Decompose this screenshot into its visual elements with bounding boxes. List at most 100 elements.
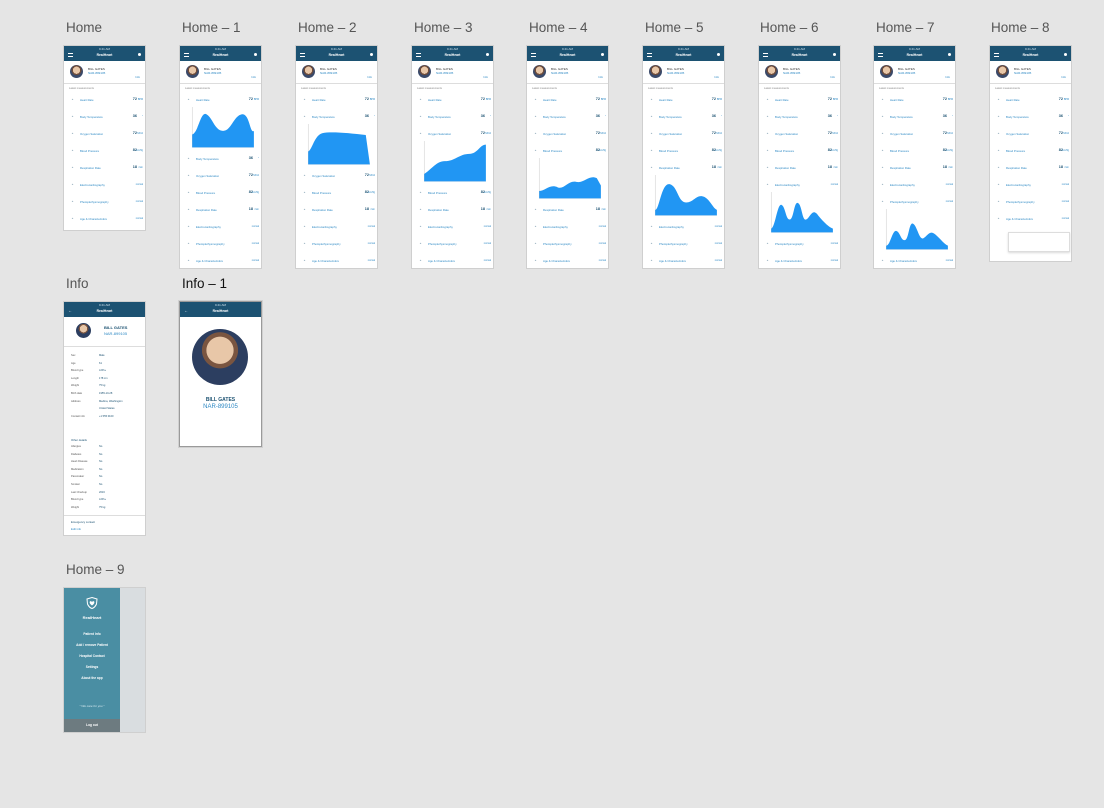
metric-row[interactable]: ◦ Blood Pressure 82 mmHg xyxy=(759,145,840,159)
artboard-label-info[interactable]: Info xyxy=(66,276,89,291)
metric-row[interactable]: ◦ Body Temperature 36 ° xyxy=(874,111,955,125)
metric-row[interactable]: ◦ Oxygen Saturation 72 SPo2 xyxy=(527,128,608,142)
info-button[interactable]: Info xyxy=(1061,75,1066,79)
menu-item-settings[interactable]: Settings xyxy=(64,665,120,669)
metric-row[interactable]: ◦ Heart Rate 72 BPM xyxy=(759,94,840,108)
info-button[interactable]: Info xyxy=(367,75,372,79)
artboard-label-home-6[interactable]: Home – 6 xyxy=(760,20,819,35)
artboard-home-2[interactable]: 9:41 AM RealHeart BILL GATES NAR-899105 Info… xyxy=(296,46,377,268)
metric-row[interactable]: ◦ Photoplethysmography normal xyxy=(64,196,145,210)
metric-row[interactable]: ◦ Blood Pressure 82 mmHg xyxy=(180,187,261,201)
metric-row[interactable]: ◦ Electrocardiography normal xyxy=(759,179,840,193)
menu-item-hospital-contact[interactable]: Hospital Contact xyxy=(64,654,120,658)
metric-row[interactable]: ◦ Blood Pressure 82 mmHg xyxy=(643,145,724,159)
settings-icon[interactable] xyxy=(370,53,373,56)
metric-row[interactable]: ◦ Body Temperature 36 ° xyxy=(64,111,145,125)
metric-chart[interactable] xyxy=(184,107,258,151)
metric-row[interactable]: ◦ Respiration Rate 18/min xyxy=(874,162,955,176)
patient-header[interactable]: BILL GATES NAR-899105 Info xyxy=(296,61,377,84)
metric-row[interactable]: ◦ Age & Characteristics normal xyxy=(759,255,840,268)
metric-row[interactable]: ◦ Blood Pressure 82 mmHg xyxy=(64,145,145,159)
artboard-label-home-4[interactable]: Home – 4 xyxy=(529,20,588,35)
metric-row[interactable]: ◦ Blood Pressure 82 mmHg xyxy=(527,145,608,159)
metric-row[interactable]: ◦ Blood Pressure 82 mmHg xyxy=(874,145,955,159)
metric-row[interactable]: ◦ Respiration Rate 18/min xyxy=(412,204,493,218)
metric-chart[interactable] xyxy=(416,141,490,185)
metric-row[interactable]: ◦ Respiration Rate 18/min xyxy=(527,204,608,218)
metric-row[interactable]: ◦ Body Temperature 36 ° xyxy=(527,111,608,125)
metric-row[interactable]: ◦ Body Temperature 36 ° xyxy=(296,111,377,125)
info-button[interactable]: Info xyxy=(714,75,719,79)
metric-row[interactable]: ◦ Electrocardiography normal xyxy=(990,179,1071,193)
metric-row[interactable]: ◦ Heart Rate 72 BPM xyxy=(180,94,261,108)
metric-chart[interactable] xyxy=(531,158,605,202)
metric-row[interactable]: ◦ Age & Characteristics normal xyxy=(296,255,377,268)
info-button[interactable]: Info xyxy=(135,75,140,79)
menu-item-add-remove-patient[interactable]: Add / remove Patient xyxy=(64,643,120,647)
metric-row[interactable]: ◦ Heart Rate 72 BPM xyxy=(874,94,955,108)
artboard-label-home-8[interactable]: Home – 8 xyxy=(991,20,1050,35)
metric-row[interactable]: ◦ Age & Characteristics normal xyxy=(874,255,955,268)
artboard-info-1[interactable]: 9:41 AM ← RealHeart BILL GATES NAR-89910… xyxy=(180,302,261,446)
metric-row[interactable]: ◦ Respiration Rate 18/min xyxy=(296,204,377,218)
metric-row[interactable]: ◦ Body Temperature 36 ° xyxy=(990,111,1071,125)
metric-row[interactable]: ◦ Age & Characteristics normal xyxy=(990,213,1071,227)
metric-row[interactable]: ◦ Age & Characteristics normal xyxy=(643,255,724,268)
metric-row[interactable]: ◦ Heart Rate 72 BPM xyxy=(990,94,1071,108)
metric-row[interactable]: ◦ Respiration Rate 18/min xyxy=(643,162,724,176)
metric-row[interactable]: ◦ Body Temperature 36 ° xyxy=(412,111,493,125)
metric-chart[interactable] xyxy=(763,192,837,236)
settings-icon[interactable] xyxy=(486,53,489,56)
artboard-label-home-5[interactable]: Home – 5 xyxy=(645,20,704,35)
metric-row[interactable]: ◦ Body Temperature 36 ° xyxy=(759,111,840,125)
patient-header[interactable]: BILL GATES NAR-899105 Info xyxy=(643,61,724,84)
metric-row[interactable]: ◦ Respiration Rate 18/min xyxy=(64,162,145,176)
metric-row[interactable]: ◦ Photoplethysmography normal xyxy=(180,238,261,252)
patient-header[interactable]: BILL GATES NAR-899105 Info xyxy=(180,61,261,84)
metric-row[interactable]: ◦ Electrocardiography normal xyxy=(64,179,145,193)
metric-row[interactable]: ◦ Photoplethysmography normal xyxy=(990,196,1071,210)
artboard-label-info-1[interactable]: Info – 1 xyxy=(182,276,227,291)
metric-row[interactable]: ◦ Electrocardiography normal xyxy=(874,179,955,193)
artboard-label-home[interactable]: Home xyxy=(66,20,102,35)
metric-row[interactable]: ◦ Electrocardiography normal xyxy=(643,221,724,235)
metric-row[interactable]: ◦ Heart Rate 72 BPM xyxy=(412,94,493,108)
artboard-home-6[interactable]: 9:41 AM RealHeart BILL GATES NAR-899105 Info… xyxy=(759,46,840,268)
metric-row[interactable]: ◦ Oxygen Saturation 72 SPo2 xyxy=(759,128,840,142)
artboard-home-8[interactable]: 9:41 AM RealHeart BILL GATES NAR-899105 Info… xyxy=(990,46,1071,261)
artboard-home-7[interactable]: 9:41 AM RealHeart BILL GATES NAR-899105 Info… xyxy=(874,46,955,268)
metric-row[interactable]: ◦ Heart Rate 72 BPM xyxy=(64,94,145,108)
info-button[interactable]: Info xyxy=(483,75,488,79)
settings-icon[interactable] xyxy=(138,53,141,56)
metric-row[interactable]: ◦ Electrocardiography normal xyxy=(527,221,608,235)
patient-header[interactable]: BILL GATES NAR-899105 Info xyxy=(527,61,608,84)
metric-row[interactable]: ◦ Oxygen Saturation 72 SPo2 xyxy=(643,128,724,142)
metric-row[interactable]: ◦ Age & Characteristics normal xyxy=(412,255,493,268)
patient-header[interactable]: BILL GATES NAR-899105 Info xyxy=(64,61,145,84)
metric-row[interactable]: ◦ Electrocardiography normal xyxy=(412,221,493,235)
metric-row[interactable]: ◦ Blood Pressure 82 mmHg xyxy=(412,187,493,201)
metric-row[interactable]: ◦ Photoplethysmography normal xyxy=(874,196,955,210)
settings-icon[interactable] xyxy=(833,53,836,56)
metric-row[interactable]: ◦ Heart Rate 72 BPM xyxy=(643,94,724,108)
metric-row[interactable]: ◦ Oxygen Saturation 72 SPo2 xyxy=(990,128,1071,142)
menu-item-about[interactable]: About the app xyxy=(64,676,120,680)
metric-row[interactable]: ◦ Age & Characteristics normal xyxy=(64,213,145,227)
metric-chart[interactable] xyxy=(878,209,952,253)
info-button[interactable]: Info xyxy=(598,75,603,79)
artboard-label-home-7[interactable]: Home – 7 xyxy=(876,20,935,35)
metric-row[interactable]: ◦ Electrocardiography normal xyxy=(180,221,261,235)
patient-header[interactable]: BILL GATES NAR-899105 Info xyxy=(874,61,955,84)
menu-overlay[interactable] xyxy=(120,588,145,732)
metric-row[interactable]: ◦ Body Temperature 36 ° xyxy=(180,153,261,167)
menu-item-patient-info[interactable]: Patient Info xyxy=(64,632,120,636)
metric-row[interactable]: ◦ Respiration Rate 18/min xyxy=(180,204,261,218)
metric-row[interactable]: ◦ Photoplethysmography normal xyxy=(296,238,377,252)
artboard-home-3[interactable]: 9:41 AM RealHeart BILL GATES NAR-899105 Info… xyxy=(412,46,493,268)
metric-chart[interactable] xyxy=(647,175,721,219)
emergency-contact-link[interactable]: Emergency contact xyxy=(71,520,95,524)
artboard-home-4[interactable]: 9:41 AM RealHeart BILL GATES NAR-899105 Info… xyxy=(527,46,608,268)
metric-row[interactable]: ◦ Respiration Rate 18/min xyxy=(759,162,840,176)
artboard-home-1[interactable]: 9:41 AM RealHeart BILL GATES NAR-899105 Info… xyxy=(180,46,261,268)
info-button[interactable]: Info xyxy=(251,75,256,79)
